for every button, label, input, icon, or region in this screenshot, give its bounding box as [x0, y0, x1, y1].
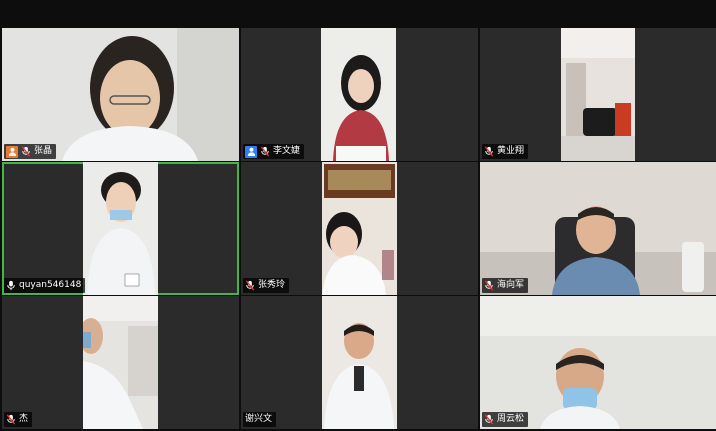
- participant-name: 李文婕: [273, 146, 301, 156]
- video-feed: [83, 162, 158, 295]
- participant-tile[interactable]: 黄业翔: [480, 28, 716, 161]
- participant-tile[interactable]: 海向军: [480, 162, 716, 295]
- title-bar: [0, 0, 716, 27]
- mic-muted-icon: [21, 146, 31, 158]
- participant-tile[interactable]: 周云松: [480, 296, 716, 429]
- participant-name: quyan546148: [19, 280, 82, 290]
- mic-muted-icon: [6, 414, 16, 426]
- participant-video-image: [322, 162, 397, 295]
- participant-tile[interactable]: 谢兴文: [241, 296, 478, 429]
- name-tag: 李文婕: [243, 144, 305, 159]
- participant-video-image: [322, 296, 397, 429]
- video-feed: [322, 296, 397, 429]
- name-tag: 周云松: [482, 412, 529, 427]
- mic-muted-icon: [260, 146, 270, 158]
- participant-video-image: [83, 162, 158, 295]
- participant-name: 杰: [19, 414, 29, 424]
- name-tag: 谢兴文: [243, 412, 277, 427]
- video-feed: [561, 28, 635, 161]
- gallery-view: 张晶 李文婕 黄业翔 quyan546148 张秀玲 海向军 杰 谢兴文 周云松: [0, 27, 716, 431]
- participant-tile[interactable]: 杰: [2, 296, 239, 429]
- participant-tile[interactable]: 张晶: [2, 28, 239, 161]
- participant-tile[interactable]: 李文婕: [241, 28, 478, 161]
- participant-tile-active[interactable]: quyan546148: [2, 162, 239, 295]
- video-feed: [321, 28, 396, 161]
- video-feed: [480, 162, 716, 295]
- video-feed: [480, 296, 716, 429]
- participant-name: 海向军: [497, 280, 525, 290]
- participant-video-image: [480, 296, 716, 429]
- name-tag: 黄业翔: [482, 144, 529, 159]
- participant-video-image: [321, 28, 396, 161]
- participant-name: 谢兴文: [245, 414, 273, 424]
- participant-name: 周云松: [497, 414, 525, 424]
- video-feed: [2, 28, 239, 161]
- mic-muted-icon: [484, 414, 494, 426]
- video-feed: [83, 296, 158, 429]
- participant-video-image: [561, 28, 635, 161]
- mic-muted-icon: [484, 146, 494, 158]
- participant-video-image: [480, 162, 716, 295]
- name-tag: 杰: [4, 412, 33, 427]
- participant-video-image: [2, 28, 239, 161]
- participant-video-image: [83, 296, 158, 429]
- person-icon: [245, 145, 257, 158]
- participant-name: 张秀玲: [258, 280, 286, 290]
- participant-tile[interactable]: 张秀玲: [241, 162, 478, 295]
- name-tag: 张晶: [4, 144, 57, 159]
- name-tag: 张秀玲: [243, 278, 290, 293]
- name-tag: 海向军: [482, 278, 529, 293]
- name-tag: quyan546148: [4, 278, 86, 293]
- mic-icon: [6, 280, 16, 292]
- mic-muted-icon: [484, 280, 494, 292]
- participant-name: 张晶: [34, 146, 53, 156]
- participant-name: 黄业翔: [497, 146, 525, 156]
- video-feed: [322, 162, 397, 295]
- person-icon: [6, 145, 18, 158]
- mic-muted-icon: [245, 280, 255, 292]
